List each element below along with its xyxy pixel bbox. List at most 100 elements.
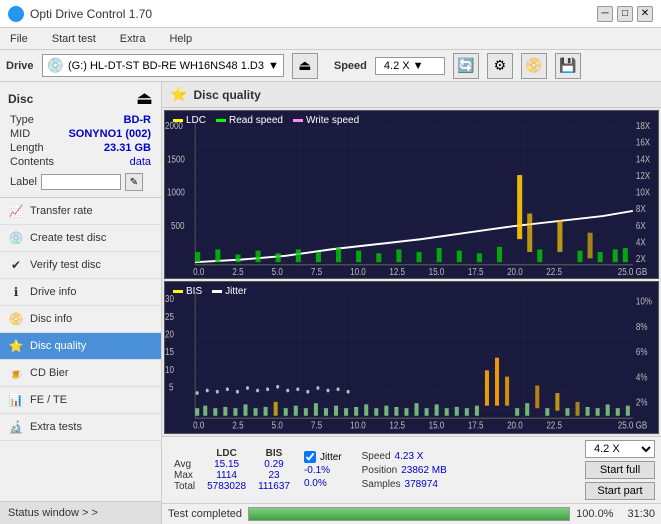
jitter-checkbox[interactable] <box>304 451 316 463</box>
svg-text:0.0: 0.0 <box>193 266 204 277</box>
menu-help[interactable]: Help <box>165 32 196 46</box>
menu-start-test[interactable]: Start test <box>48 32 100 46</box>
svg-text:4%: 4% <box>636 371 648 382</box>
sidebar-item-fe-te[interactable]: 📊 FE / TE <box>0 387 161 414</box>
bis-color <box>173 290 183 293</box>
type-val: BD-R <box>124 114 152 126</box>
save-button[interactable]: 💾 <box>555 53 581 79</box>
avg-jitter: -0.1% <box>304 465 342 476</box>
refresh-button[interactable]: 🔄 <box>453 53 479 79</box>
status-window-label: Status window > > <box>8 507 98 519</box>
svg-text:5: 5 <box>169 381 173 392</box>
start-full-button[interactable]: Start full <box>585 461 655 479</box>
svg-text:10%: 10% <box>636 295 652 306</box>
samples-value: 378974 <box>405 479 438 490</box>
svg-text:1500: 1500 <box>167 153 185 164</box>
disc-header: Disc ⏏ <box>4 86 157 111</box>
svg-text:15: 15 <box>165 346 174 357</box>
speed-current: 4.23 X <box>395 451 424 462</box>
media-button[interactable]: 📀 <box>521 53 547 79</box>
sidebar-label-create-test-disc: Create test disc <box>30 232 106 244</box>
contents-key: Contents <box>10 156 54 168</box>
svg-text:7.5: 7.5 <box>311 266 322 277</box>
status-window-button[interactable]: Status window > > <box>0 501 161 524</box>
length-key: Length <box>10 142 44 154</box>
disc-section: Disc ⏏ Type BD-R MID SONYNO1 (002) Lengt… <box>0 82 161 198</box>
start-part-button[interactable]: Start part <box>585 482 655 500</box>
chart1-legend: LDC Read speed Write speed <box>167 113 365 128</box>
svg-text:8%: 8% <box>636 321 648 332</box>
samples-row: Samples 378974 <box>362 479 447 490</box>
chart2-legend: BIS Jitter <box>167 284 253 299</box>
total-ldc: 5783028 <box>201 481 252 492</box>
disc-label-btn[interactable]: ✎ <box>125 173 143 191</box>
jitter-checkbox-row: Jitter <box>304 451 342 463</box>
avg-bis: 0.29 <box>252 459 296 470</box>
drive-selector[interactable]: 💿 (G:) HL-DT-ST BD-RE WH16NS48 1.D3 ▼ <box>42 54 284 77</box>
contents-val: data <box>130 156 151 168</box>
svg-text:25.0 GB: 25.0 GB <box>618 419 647 430</box>
speed-dropdown[interactable]: 4.2 X 2.0 X 4.0 X <box>585 440 655 458</box>
sidebar-item-verify-test-disc[interactable]: ✔ Verify test disc <box>0 252 161 279</box>
svg-text:20.0: 20.0 <box>507 266 523 277</box>
svg-text:5.0: 5.0 <box>272 266 283 277</box>
drive-dropdown-icon: ▼ <box>268 60 279 72</box>
svg-text:0.0: 0.0 <box>193 419 204 430</box>
samples-label: Samples <box>362 479 401 490</box>
progress-percent: 100.0% <box>576 508 613 520</box>
stats-row: LDC BIS Avg 15.15 0.29 Max 1114 23 Total… <box>162 436 661 503</box>
sidebar-item-transfer-rate[interactable]: 📈 Transfer rate <box>0 198 161 225</box>
disc-eject-icon[interactable]: ⏏ <box>136 88 153 109</box>
disc-info-table: Type BD-R MID SONYNO1 (002) Length 23.31… <box>4 111 157 171</box>
settings-button[interactable]: ⚙ <box>487 53 513 79</box>
speed-label: Speed <box>334 60 367 72</box>
legend-read-speed: Read speed <box>216 115 283 126</box>
sidebar: Disc ⏏ Type BD-R MID SONYNO1 (002) Lengt… <box>0 82 162 524</box>
menu-extra[interactable]: Extra <box>116 32 150 46</box>
legend-jitter: Jitter <box>212 286 247 297</box>
type-key: Type <box>10 114 34 126</box>
sidebar-label-disc-info: Disc info <box>30 313 72 325</box>
max-ldc: 1114 <box>201 470 252 481</box>
avg-ldc: 15.15 <box>201 459 252 470</box>
sidebar-item-create-test-disc[interactable]: 💿 Create test disc <box>0 225 161 252</box>
svg-text:10: 10 <box>165 364 174 375</box>
eject-button[interactable]: ⏏ <box>292 53 318 79</box>
sidebar-label-disc-quality: Disc quality <box>30 340 86 352</box>
svg-text:16X: 16X <box>636 137 650 148</box>
svg-text:12X: 12X <box>636 170 650 181</box>
sidebar-item-cd-bier[interactable]: 🍺 CD Bier <box>0 360 161 387</box>
extra-tests-icon: 🔬 <box>8 419 24 435</box>
sidebar-item-disc-quality[interactable]: ⭐ Disc quality <box>0 333 161 360</box>
bis-label: BIS <box>186 286 202 297</box>
sidebar-nav: 📈 Transfer rate 💿 Create test disc ✔ Ver… <box>0 198 161 441</box>
sidebar-item-extra-tests[interactable]: 🔬 Extra tests <box>0 414 161 441</box>
svg-text:2.5: 2.5 <box>232 419 243 430</box>
drive-label: Drive <box>6 60 34 72</box>
sidebar-item-disc-info[interactable]: 📀 Disc info <box>0 306 161 333</box>
minimize-button[interactable]: ─ <box>597 6 613 22</box>
disc-label-input[interactable] <box>41 174 121 190</box>
verify-test-disc-icon: ✔ <box>8 257 24 273</box>
max-bis: 23 <box>252 470 296 481</box>
titlebar-left: Opti Drive Control 1.70 <box>8 6 152 22</box>
sidebar-label-drive-info: Drive info <box>30 286 76 298</box>
speed-value: 4.2 X <box>384 60 410 72</box>
legend-write-speed: Write speed <box>293 115 359 126</box>
chart-ldc: LDC Read speed Write speed <box>164 110 659 279</box>
legend-ldc: LDC <box>173 115 206 126</box>
sidebar-item-drive-info[interactable]: ℹ Drive info <box>0 279 161 306</box>
total-bis: 111637 <box>252 481 296 492</box>
svg-text:17.5: 17.5 <box>468 419 484 430</box>
max-jitter: 0.0% <box>304 478 342 489</box>
menubar: File Start test Extra Help <box>0 28 661 50</box>
speed-selector[interactable]: 4.2 X ▼ <box>375 57 445 75</box>
ldc-color <box>173 119 183 122</box>
close-button[interactable]: ✕ <box>637 6 653 22</box>
maximize-button[interactable]: □ <box>617 6 633 22</box>
disc-length-row: Length 23.31 GB <box>10 141 151 155</box>
chart-bis: BIS Jitter <box>164 281 659 434</box>
content-area: ⭐ Disc quality LDC Read speed <box>162 82 661 524</box>
menu-file[interactable]: File <box>6 32 32 46</box>
sidebar-label-fe-te: FE / TE <box>30 394 67 406</box>
